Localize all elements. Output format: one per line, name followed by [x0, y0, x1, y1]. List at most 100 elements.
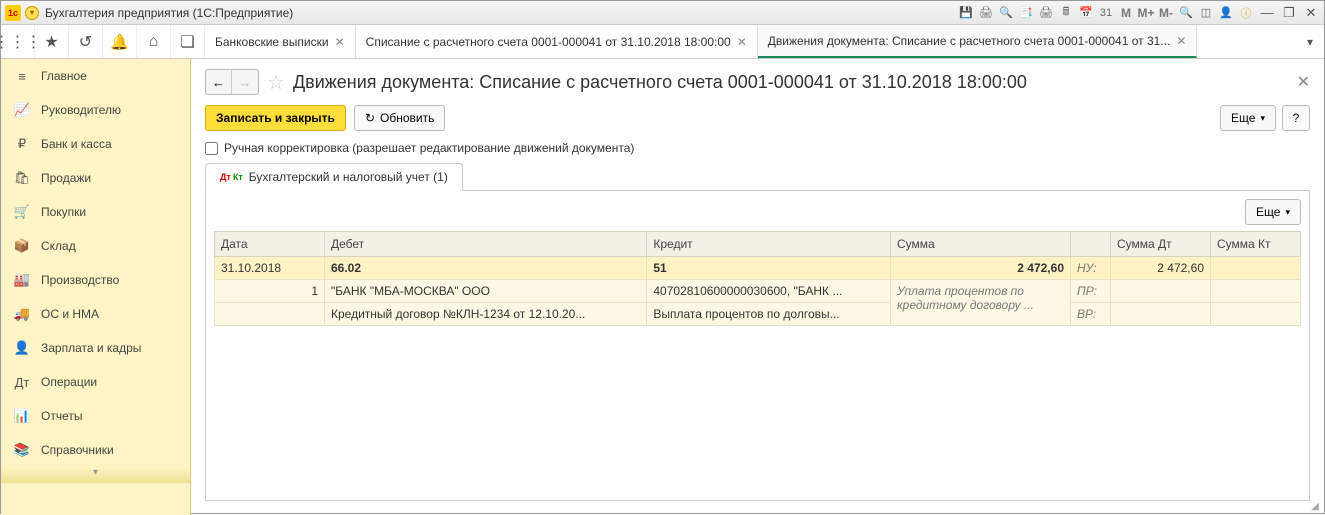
sidebar-item-manager[interactable]: 📈 Руководителю [1, 93, 190, 127]
document-tabs: Банковские выписки ✕ Списание с расчетно… [205, 25, 1296, 58]
sidebar-item-bank[interactable]: ₽Банк и касса [1, 127, 190, 161]
cell-empty [1111, 303, 1211, 326]
grid-more-button[interactable]: Еще [1245, 199, 1301, 225]
favorite-toggle-icon[interactable]: ☆ [267, 70, 285, 95]
sidebar-item-sales[interactable]: 🛍 Продажи [1, 161, 190, 195]
info-icon[interactable]: ⓘ [1238, 5, 1254, 21]
sidebar-scroll-hint[interactable]: ▾ [1, 467, 190, 483]
sidebar-item-assets[interactable]: 🚚ОС и НМА [1, 297, 190, 331]
cell-vr-label: ВР: [1071, 303, 1111, 326]
history-icon[interactable]: ↺ [69, 25, 103, 58]
calc-icon[interactable]: 🖩 [1058, 5, 1074, 21]
sidebar-item-production[interactable]: 🏭Производство [1, 263, 190, 297]
user-icon[interactable]: 👤 [1218, 5, 1234, 21]
close-icon[interactable]: ✕ [335, 35, 345, 49]
tabs-overflow-button[interactable]: ▾ [1296, 25, 1324, 58]
sidebar-item-label: Продажи [41, 171, 91, 185]
close-icon[interactable]: ✕ [1176, 34, 1186, 48]
document-content: ← → ☆ Движения документа: Списание с рас… [191, 59, 1324, 515]
windows-icon[interactable]: ❏ [171, 25, 205, 58]
sidebar-item-purchases[interactable]: 🛒Покупки [1, 195, 190, 229]
close-icon[interactable]: ✕ [737, 35, 747, 49]
box-icon: 📦 [13, 238, 31, 254]
sidebar-item-warehouse[interactable]: 📦Склад [1, 229, 190, 263]
col-debit[interactable]: Дебет [325, 232, 647, 257]
tab-label: Списание с расчетного счета 0001-000041 … [366, 35, 731, 49]
col-credit[interactable]: Кредит [647, 232, 891, 257]
table-row[interactable]: Кредитный договор №КЛН-1234 от 12.10.20.… [215, 303, 1301, 326]
sidebar-item-label: Банк и касса [41, 137, 112, 151]
col-sum[interactable]: Сумма [891, 232, 1071, 257]
col-date[interactable]: Дата [215, 232, 325, 257]
dtkt-icon: Дт [13, 375, 31, 390]
page-title: Движения документа: Списание с расчетног… [293, 72, 1027, 93]
cell-date: 31.10.2018 [215, 257, 325, 280]
window-minimize-button[interactable]: — [1258, 5, 1276, 21]
memory-mplus-button[interactable]: M+ [1138, 5, 1154, 21]
cell-empty [215, 303, 325, 326]
app-menu-dropdown-icon[interactable]: ▾ [25, 6, 39, 20]
apps-grid-icon[interactable]: ⋮⋮⋮ [1, 25, 35, 58]
cell-empty [1211, 280, 1301, 303]
col-sum-kt[interactable]: Сумма Кт [1211, 232, 1301, 257]
tab-accounting-register[interactable]: ДтКт Бухгалтерский и налоговый учет (1) [205, 163, 463, 191]
panels-icon[interactable]: ◫ [1198, 5, 1214, 21]
sidebar-item-reports[interactable]: 📊Отчеты [1, 399, 190, 433]
register-tabstrip: ДтКт Бухгалтерский и налоговый учет (1) [205, 163, 1310, 191]
notifications-bell-icon[interactable]: 🔔 [103, 25, 137, 58]
save-icon[interactable]: 💾 [958, 5, 974, 21]
kt-icon: Кт [233, 172, 243, 182]
person-icon: 👤 [13, 340, 31, 356]
tab-movements-doc[interactable]: Движения документа: Списание с расчетног… [758, 25, 1198, 58]
nav-back-forward: ← → [205, 69, 259, 95]
home-icon[interactable]: ⌂ [137, 25, 171, 58]
calendar-icon[interactable]: 📅 [1078, 5, 1094, 21]
sidebar-item-label: Руководителю [41, 103, 121, 117]
memory-mminus-button[interactable]: M- [1158, 5, 1174, 21]
sidebar-item-main[interactable]: ≡Главное [1, 59, 190, 93]
preview-icon[interactable]: 🔍 [998, 5, 1014, 21]
tab-writeoff-doc[interactable]: Списание с расчетного счета 0001-000041 … [356, 25, 758, 58]
sidebar-item-label: Производство [41, 273, 119, 287]
cell-empty [1211, 303, 1301, 326]
table-row[interactable]: 31.10.2018 66.02 51 2 472,60 НУ: 2 472,6… [215, 257, 1301, 280]
sidebar-item-operations[interactable]: Дт Операции [1, 365, 190, 399]
col-empty[interactable] [1071, 232, 1111, 257]
tab-label: Движения документа: Списание с расчетног… [768, 34, 1171, 48]
window-restore-button[interactable]: ❐ [1280, 5, 1298, 21]
sidebar-item-label: Операции [41, 375, 97, 389]
col-sum-dt[interactable]: Сумма Дт [1111, 232, 1211, 257]
tab-label: Бухгалтерский и налоговый учет (1) [249, 170, 448, 184]
refresh-button[interactable]: ↻ Обновить [354, 105, 445, 131]
sidebar-item-label: Зарплата и кадры [41, 341, 141, 355]
books-icon: 📚 [13, 442, 31, 458]
cell-credit-detail: Выплата процентов по долговы... [647, 303, 891, 326]
cell-sum: 2 472,60 [891, 257, 1071, 280]
nav-back-button[interactable]: ← [206, 70, 232, 94]
nav-forward-button[interactable]: → [232, 70, 258, 94]
print-icon[interactable]: 🖨 [978, 5, 994, 21]
accounting-entries-table: Дата Дебет Кредит Сумма Сумма Дт Сумма К… [214, 231, 1301, 326]
more-button[interactable]: Еще [1220, 105, 1276, 131]
scroll-corner-icon[interactable]: ◢ [1308, 499, 1322, 513]
favorite-star-icon[interactable]: ★ [35, 25, 69, 58]
sidebar-item-salary[interactable]: 👤 Зарплата и кадры [1, 331, 190, 365]
refresh-icon: ↻ [365, 111, 375, 125]
bag-icon: 🛍 [13, 170, 31, 186]
date-icon[interactable]: 31 [1098, 5, 1114, 21]
tab-bank-statements[interactable]: Банковские выписки ✕ [205, 25, 356, 58]
table-row[interactable]: 1 "БАНК "МБА-МОСКВА" ООО 407028106000000… [215, 280, 1301, 303]
compare-icon[interactable]: 📑 [1018, 5, 1034, 21]
print2-icon[interactable]: 🖨 [1038, 5, 1054, 21]
sidebar-item-directories[interactable]: 📚 Справочники [1, 433, 190, 467]
sidebar-item-label: Справочники [41, 443, 114, 457]
close-page-button[interactable]: ✕ [1297, 72, 1310, 92]
chart-icon: 📈 [13, 102, 31, 118]
save-and-close-button[interactable]: Записать и закрыть [205, 105, 346, 131]
help-button[interactable]: ? [1282, 105, 1310, 131]
manual-correction-checkbox[interactable] [205, 142, 218, 155]
zoom-icon[interactable]: 🔍 [1178, 5, 1194, 21]
memory-m-button[interactable]: M [1118, 5, 1134, 21]
refresh-label: Обновить [380, 111, 434, 125]
window-close-button[interactable]: ✕ [1302, 5, 1320, 21]
